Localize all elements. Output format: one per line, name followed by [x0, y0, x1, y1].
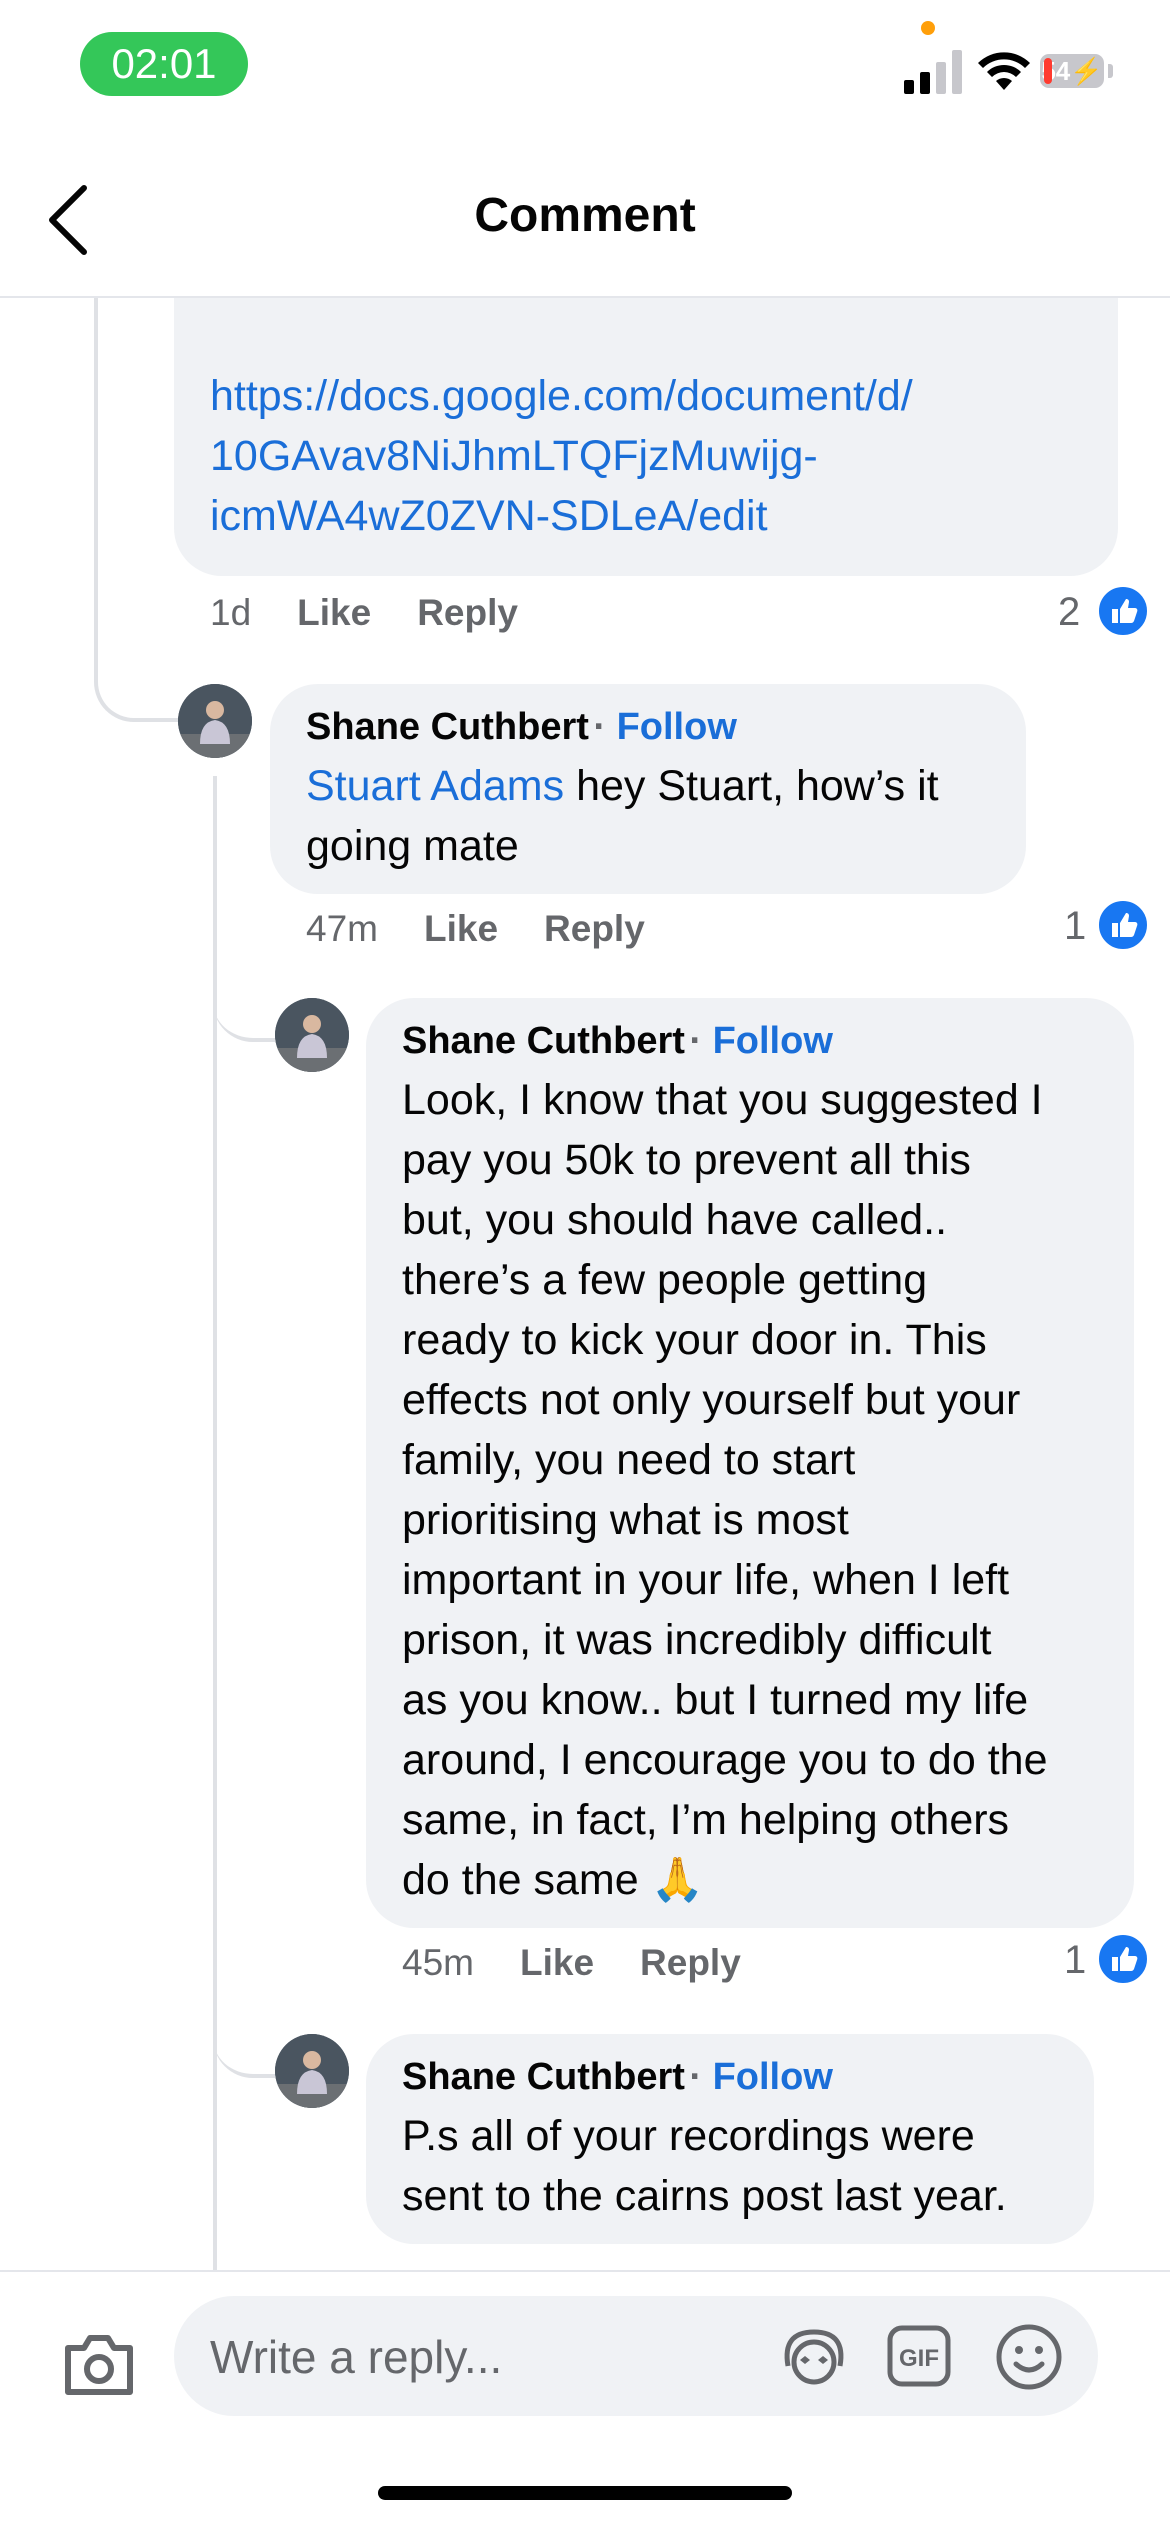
comment-bubble-1: moment. https://docs.google.com/document…	[174, 298, 1118, 576]
separator-dot: ·	[689, 2056, 713, 2098]
like-button[interactable]: Like	[424, 908, 498, 949]
reply-field[interactable]: GIF	[174, 2296, 1098, 2418]
reply-input[interactable]	[208, 2296, 732, 2418]
status-time: 02:01	[80, 32, 248, 96]
like-button[interactable]: Like	[520, 1942, 594, 1983]
comment-text: Look, I know that you suggested I pay yo…	[402, 1076, 1048, 1904]
battery-nub	[1108, 64, 1113, 78]
thread-connector-3	[213, 2014, 275, 2078]
comment-time: 1d	[210, 592, 252, 633]
like-count: 1	[1064, 904, 1087, 948]
comment-text: P.s all of your recordings were sent to …	[402, 2112, 1007, 2220]
page-title: Comment	[474, 189, 696, 242]
separator-dot: ·	[689, 1020, 713, 1062]
thumbs-up-icon	[1096, 898, 1150, 952]
thumbs-up-icon	[1096, 1932, 1150, 1986]
mention-link[interactable]: Stuart Adams	[306, 762, 564, 810]
wifi-icon	[978, 52, 1030, 90]
comment-meta-1: 1d Like Reply	[210, 592, 518, 634]
battery-low-level	[1044, 58, 1052, 84]
avatar[interactable]	[275, 998, 349, 1072]
author-name[interactable]: Shane Cuthbert	[402, 1020, 685, 1062]
reply-button[interactable]: Reply	[640, 1942, 741, 1983]
author-name[interactable]: Shane Cuthbert	[402, 2056, 685, 2098]
reply-button[interactable]: Reply	[544, 908, 645, 949]
like-count: 1	[1064, 1938, 1087, 1982]
comment-bubble-3: Shane Cuthbert · Follow Look, I know tha…	[366, 998, 1134, 1928]
header-bar: Comment	[0, 150, 1170, 298]
reply-button[interactable]: Reply	[417, 592, 518, 633]
thread-connector-2	[213, 978, 275, 1042]
comment-meta-2: 47m Like Reply	[306, 908, 645, 950]
comment-bubble-2: Shane Cuthbert · Follow Stuart Adams hey…	[270, 684, 1026, 894]
gif-icon[interactable]: GIF	[886, 2324, 952, 2388]
author-name[interactable]: Shane Cuthbert	[306, 706, 589, 748]
like-button[interactable]: Like	[297, 592, 371, 633]
document-link[interactable]: https://docs.google.com/document/d/ 10GA…	[210, 366, 1082, 546]
comment-header: Shane Cuthbert · Follow	[402, 2056, 1058, 2106]
avatar-sticker-icon[interactable]	[778, 2326, 850, 2388]
comment-thread[interactable]: moment. https://docs.google.com/document…	[0, 298, 1170, 2270]
thumbs-up-icon	[1096, 584, 1150, 638]
comment-time: 47m	[306, 908, 378, 949]
like-count: 2	[1058, 590, 1081, 634]
thread-connector-1	[94, 298, 184, 722]
smiley-icon[interactable]	[994, 2322, 1064, 2392]
follow-button[interactable]: Follow	[713, 2056, 833, 2098]
comment-text-partial: moment.	[210, 298, 1082, 306]
comment-bubble-4: Shane Cuthbert · Follow P.s all of your …	[366, 2034, 1094, 2244]
comment-time: 45m	[402, 1942, 474, 1983]
comment-header: Shane Cuthbert · Follow	[306, 706, 990, 756]
camera-icon[interactable]	[62, 2332, 136, 2398]
comment-header: Shane Cuthbert · Follow	[402, 1020, 1098, 1070]
separator-dot: ·	[593, 706, 617, 748]
home-indicator[interactable]	[378, 2486, 792, 2500]
svg-text:GIF: GIF	[899, 2345, 939, 2372]
comment-text: Stuart Adams hey Stuart, how’s it going …	[306, 762, 939, 870]
privacy-indicator-dot	[921, 21, 935, 35]
cellular-signal-icon	[904, 50, 962, 94]
avatar[interactable]	[178, 684, 252, 758]
follow-button[interactable]: Follow	[617, 706, 737, 748]
avatar[interactable]	[275, 2034, 349, 2108]
comment-meta-3: 45m Like Reply	[402, 1942, 741, 1984]
follow-button[interactable]: Follow	[713, 1020, 833, 1062]
